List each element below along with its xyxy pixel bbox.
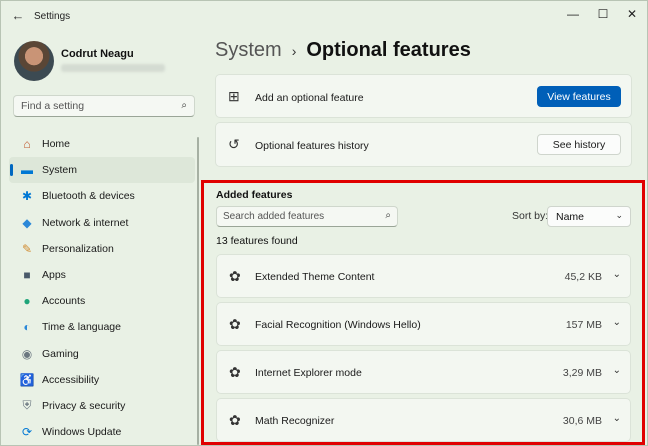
sidebar-item-home[interactable]: ⌂ Home — [9, 131, 195, 157]
sidebar-item-privacy-security[interactable]: ⛨ Privacy & security — [9, 393, 195, 419]
sidebar-item-label: Accounts — [42, 295, 86, 308]
sidebar-item-time-language[interactable]: ◐ Time & language — [9, 314, 195, 340]
history-icon: ↺ — [228, 136, 240, 152]
page-title: Optional features — [306, 39, 471, 61]
app-title: Settings — [34, 11, 71, 22]
sidebar-item-label: System — [42, 164, 78, 177]
sidebar-item-label: Personalization — [42, 242, 114, 255]
breadcrumb-system[interactable]: System — [215, 39, 282, 62]
sidebar-item-accessibility[interactable]: ♿ Accessibility — [9, 367, 195, 393]
user-name: Codrut Neagu — [61, 48, 134, 60]
sidebar-item-network-internet[interactable]: ◆ Network & internet — [9, 210, 195, 236]
breadcrumb-separator: › — [291, 42, 297, 59]
sidebar-item-accounts[interactable]: ● Accounts — [9, 288, 195, 314]
add-feature-icon: ⊞ — [228, 88, 240, 104]
sidebar-item-personalization[interactable]: ✎ Personalization — [9, 236, 195, 262]
sidebar-nav: ⌂ Home ▬ System ✱ Bluetooth & devices ◆ Network… — [9, 131, 195, 445]
search-icon: ⌕ — [181, 100, 187, 111]
accessibility-icon: ♿ — [19, 372, 35, 387]
sidebar-item-label: Time & language — [42, 321, 121, 334]
sidebar-item-apps[interactable]: ■ Apps — [9, 262, 195, 288]
see-history-button[interactable]: See history — [537, 134, 621, 155]
breadcrumb: System › Optional features — [215, 39, 471, 62]
view-features-button[interactable]: View features — [537, 86, 621, 107]
wifi-icon: ◆ — [22, 215, 32, 230]
gamepad-icon: ◉ — [21, 346, 33, 361]
back-arrow-icon[interactable]: ← — [11, 9, 25, 23]
bluetooth-icon: ✱ — [21, 189, 33, 204]
globe-icon: ◐ — [23, 320, 31, 335]
sidebar-item-label: Home — [42, 138, 71, 151]
home-icon: ⌂ — [23, 137, 31, 152]
sidebar-item-label: Gaming — [42, 347, 79, 360]
find-setting-input[interactable]: Find a setting ⌕ — [13, 95, 195, 117]
close-button[interactable]: ✕ — [620, 5, 644, 23]
sidebar-item-label: Network & internet — [42, 216, 129, 229]
add-feature-card: ⊞ Add an optional feature View features — [215, 74, 632, 118]
title-bar: ← Settings — ☐ ✕ — [1, 1, 647, 31]
sidebar-item-label: Apps — [42, 269, 66, 282]
update-icon: ⟳ — [21, 425, 33, 440]
add-feature-label: Add an optional feature — [255, 92, 364, 104]
person-icon: ● — [23, 294, 31, 309]
monitor-icon: ▬ — [21, 163, 33, 178]
highlight-box — [201, 180, 645, 445]
history-label: Optional features history — [255, 140, 369, 152]
maximize-button[interactable]: ☐ — [591, 5, 615, 23]
settings-window: ← Settings — ☐ ✕ Codrut Neagu Find a set… — [0, 0, 648, 446]
avatar[interactable] — [14, 41, 54, 81]
sidebar-item-gaming[interactable]: ◉ Gaming — [9, 341, 195, 367]
sidebar-item-label: Privacy & security — [42, 399, 126, 412]
sidebar-scrollbar[interactable] — [197, 137, 199, 445]
sidebar-item-bluetooth-devices[interactable]: ✱ Bluetooth & devices — [9, 183, 195, 209]
sidebar-item-label: Accessibility — [42, 373, 100, 386]
shield-icon: ⛨ — [22, 398, 32, 413]
brush-icon: ✎ — [21, 241, 33, 256]
user-email-redacted — [61, 64, 165, 72]
sidebar-item-system[interactable]: ▬ System — [9, 157, 195, 184]
apps-icon: ■ — [23, 268, 31, 283]
minimize-button[interactable]: — — [561, 5, 585, 23]
sidebar-item-label: Bluetooth & devices — [42, 190, 135, 203]
search-placeholder: Find a setting — [21, 100, 85, 112]
sidebar-item-windows-update[interactable]: ⟳ Windows Update — [9, 419, 195, 445]
sidebar-item-label: Windows Update — [42, 426, 122, 439]
history-card: ↺ Optional features history See history — [215, 122, 632, 167]
